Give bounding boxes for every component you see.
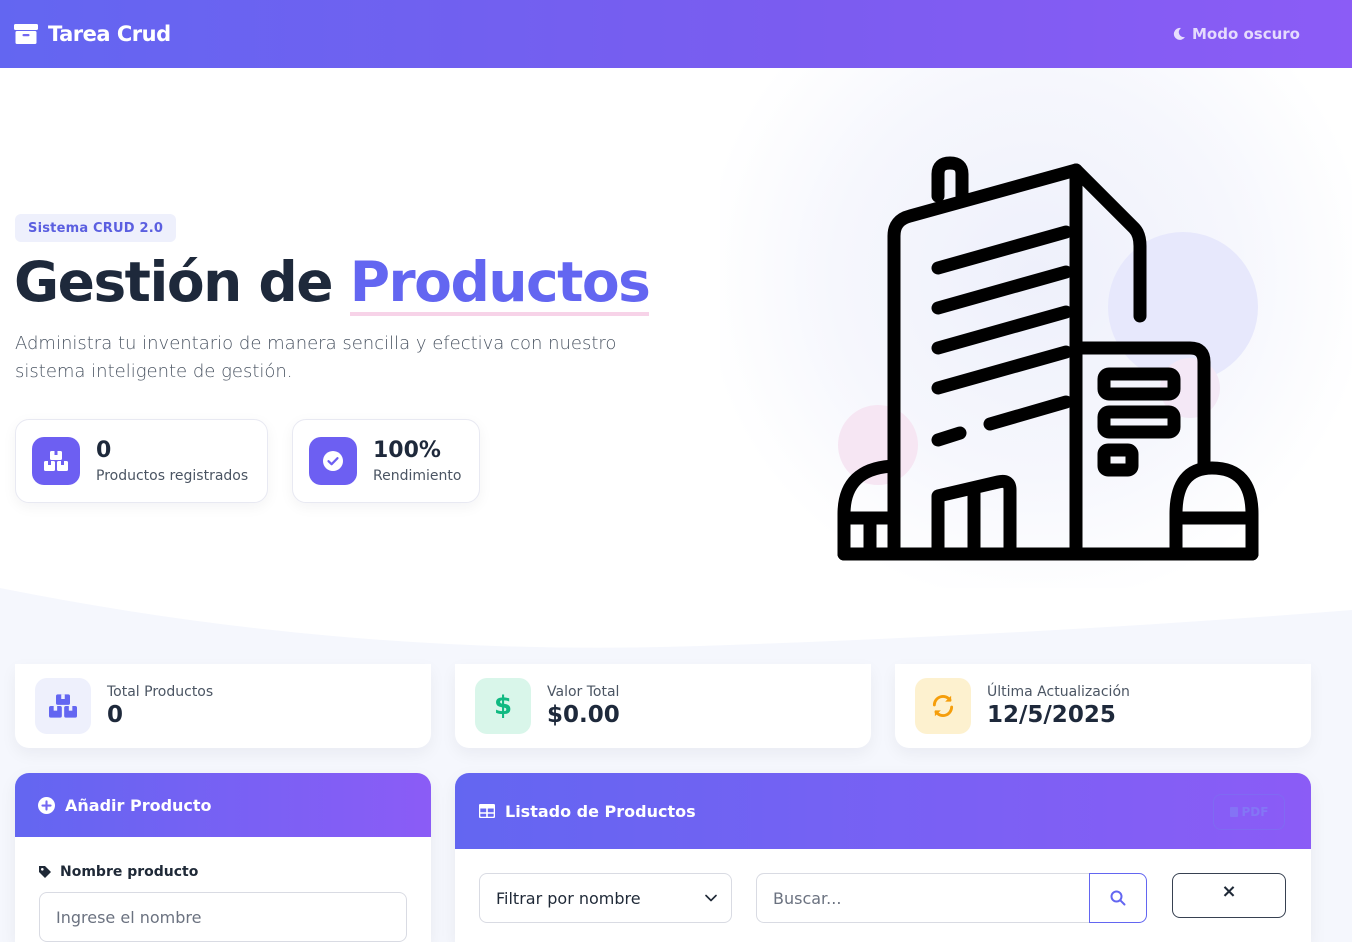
search-input[interactable] xyxy=(756,873,1090,923)
navbar: Tarea Crud Modo oscuro xyxy=(0,0,1352,68)
stat-card-total-products: Total Productos 0 xyxy=(15,664,431,748)
boxes-icon xyxy=(49,694,77,718)
page-title: Gestión de Productos xyxy=(14,250,651,316)
search-icon xyxy=(1110,890,1126,906)
check-circle-icon-wrapper xyxy=(309,437,357,485)
export-pdf-label: PDF xyxy=(1241,805,1269,819)
sync-icon xyxy=(932,695,954,717)
archive-box-icon xyxy=(14,24,38,44)
sync-icon-wrapper xyxy=(915,678,971,734)
add-product-panel: Añadir Producto Nombre producto xyxy=(15,773,431,942)
dark-mode-toggle[interactable]: Modo oscuro xyxy=(1172,25,1300,43)
stat-label: Última Actualización xyxy=(987,684,1130,700)
product-list-header: Listado de Productos PDF xyxy=(455,773,1311,849)
products-registered-value: 0 xyxy=(96,438,112,463)
product-name-label-text: Nombre producto xyxy=(60,864,199,880)
performance-value: 100% xyxy=(373,438,441,463)
version-badge: Sistema CRUD 2.0 xyxy=(15,214,177,242)
brand[interactable]: Tarea Crud xyxy=(14,22,171,46)
clear-search-button[interactable]: × xyxy=(1172,873,1286,918)
hero-section: Sistema CRUD 2.0 Gestión de Productos Ad… xyxy=(0,68,1352,648)
stat-label: Valor Total xyxy=(547,684,620,700)
close-icon: × xyxy=(1221,881,1237,902)
export-pdf-button[interactable]: PDF xyxy=(1213,794,1285,830)
products-registered-card: 0 Productos registrados xyxy=(15,419,268,503)
product-name-input[interactable] xyxy=(39,892,407,942)
brand-name: Tarea Crud xyxy=(48,22,171,46)
dark-mode-label: Modo oscuro xyxy=(1191,25,1300,43)
building-illustration xyxy=(837,156,1259,561)
moon-icon xyxy=(1173,27,1185,40)
stat-card-last-update: Última Actualización 12/5/2025 xyxy=(895,664,1311,748)
dollar-icon: $ xyxy=(493,691,513,721)
products-registered-label: Productos registrados xyxy=(96,468,249,484)
add-product-title: Añadir Producto xyxy=(65,795,212,815)
check-circle-icon xyxy=(323,451,343,471)
stat-label: Total Productos xyxy=(107,684,214,700)
chevron-down-icon xyxy=(705,894,717,902)
performance-label: Rendimiento xyxy=(373,468,462,484)
boxes-icon xyxy=(44,451,68,471)
add-product-header: Añadir Producto xyxy=(15,773,431,837)
tag-icon xyxy=(39,866,51,878)
page-title-accent: Productos xyxy=(349,250,651,316)
stat-value: 12/5/2025 xyxy=(987,702,1116,728)
boxes-icon-wrapper xyxy=(35,678,91,734)
filter-select-value: Filtrar por nombre xyxy=(496,888,641,908)
product-name-label: Nombre producto xyxy=(38,864,198,880)
hero-description: Administra tu inventario de manera senci… xyxy=(15,333,617,382)
plus-circle-icon xyxy=(38,796,55,814)
page-title-main: Gestión de xyxy=(14,250,350,314)
hero-wave xyxy=(0,588,1352,648)
search-button[interactable] xyxy=(1089,873,1147,923)
file-pdf-icon xyxy=(1229,807,1238,817)
performance-card: 100% Rendimiento xyxy=(292,419,480,503)
boxes-icon-wrapper xyxy=(32,437,80,485)
product-list-panel: Listado de Productos PDF Filtrar por nom… xyxy=(455,773,1311,942)
filter-select[interactable]: Filtrar por nombre xyxy=(479,873,732,923)
dollar-icon-wrapper: $ xyxy=(475,678,531,734)
product-list-title: Listado de Productos xyxy=(505,801,696,821)
stat-value: $0.00 xyxy=(547,702,620,728)
table-icon xyxy=(479,804,495,818)
stat-card-total-value: $ Valor Total $0.00 xyxy=(455,664,871,748)
stat-value: 0 xyxy=(107,702,124,728)
